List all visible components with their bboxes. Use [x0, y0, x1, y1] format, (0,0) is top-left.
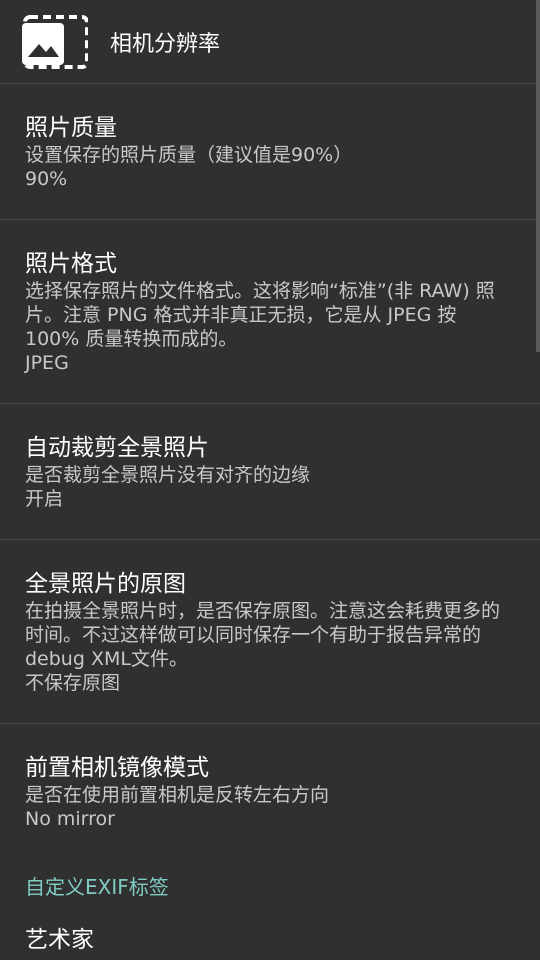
- pref-value: 不保存原图: [25, 671, 121, 694]
- pref-summary: 是否裁剪全景照片没有对齐的边缘: [25, 463, 311, 486]
- pref-front-camera-mirror[interactable]: 前置相机镜像模式 是否在使用前置相机是反转左右方向 No mirror: [0, 724, 540, 860]
- pref-title: 照片质量: [25, 114, 117, 141]
- pref-title: 照片格式: [25, 250, 117, 277]
- pref-value: No mirror: [25, 808, 115, 830]
- pref-photo-format[interactable]: 照片格式 选择保存照片的文件格式。这将影响“标准”(非 RAW) 照片。注意 P…: [0, 220, 540, 404]
- camera-resolution-row[interactable]: 相机分辨率: [0, 0, 540, 84]
- category-custom-exif: 自定义EXIF标签: [25, 874, 169, 899]
- pref-summary: 是否在使用前置相机是反转左右方向: [25, 784, 330, 806]
- pref-value: 开启: [25, 487, 64, 510]
- pref-value: JPEG: [25, 351, 69, 374]
- camera-resolution-title: 相机分辨率: [110, 31, 221, 57]
- pref-summary: 选择保存照片的文件格式。这将影响“标准”(非 RAW) 照片。注意 PNG 格式…: [25, 279, 495, 350]
- image-icon: [22, 14, 88, 69]
- pref-value: 90%: [25, 167, 68, 190]
- pref-artist[interactable]: 艺术家: [0, 920, 540, 954]
- pref-auto-crop-panorama[interactable]: 自动裁剪全景照片 是否裁剪全景照片没有对齐的边缘 开启: [0, 404, 540, 540]
- scrollbar[interactable]: [536, 0, 540, 352]
- pref-summary: 在拍摄全景照片时，是否保存原图。注意这会耗费更多的时间。不过这样做可以同时保存一…: [25, 599, 501, 670]
- pref-summary: 设置保存的照片质量（建议值是90%）: [25, 143, 353, 166]
- pref-title: 全景照片的原图: [25, 570, 186, 597]
- pref-photo-quality[interactable]: 照片质量 设置保存的照片质量（建议值是90%） 90%: [0, 84, 540, 220]
- pref-panorama-originals[interactable]: 全景照片的原图 在拍摄全景照片时，是否保存原图。注意这会耗费更多的时间。不过这样…: [0, 540, 540, 724]
- pref-title: 前置相机镜像模式: [25, 755, 209, 781]
- pref-title: 自动裁剪全景照片: [25, 434, 209, 461]
